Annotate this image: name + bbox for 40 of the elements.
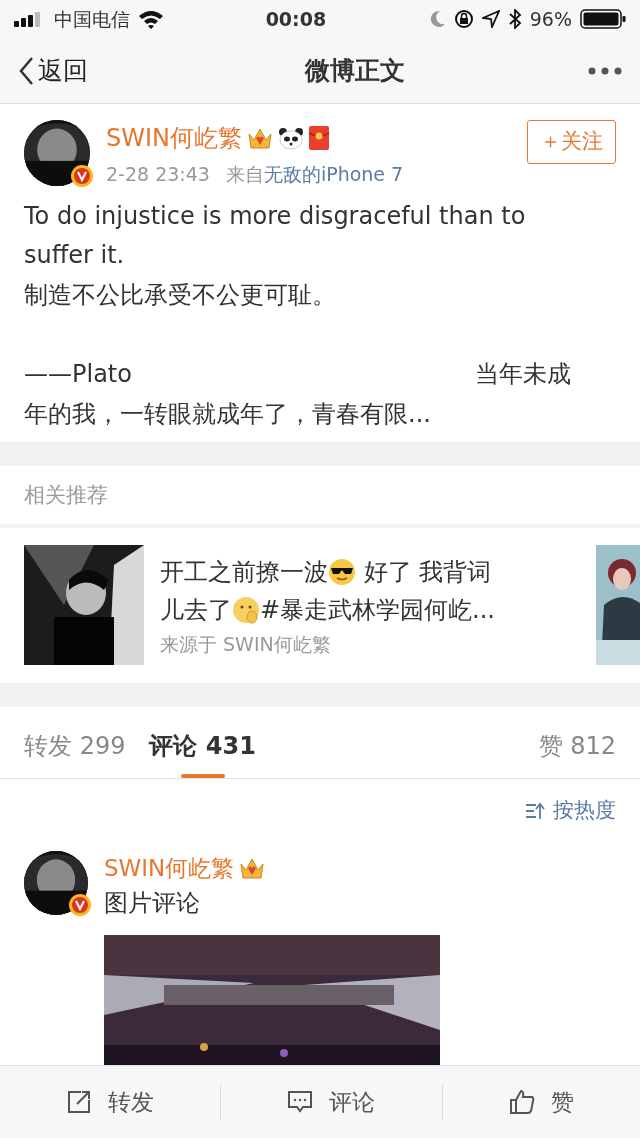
tab[interactable]: 转发 299 (24, 728, 126, 778)
envelope-icon (308, 125, 330, 152)
rotation-lock-icon (453, 9, 474, 30)
toolbar-button[interactable]: 评论 (221, 1083, 442, 1121)
panda-icon (278, 126, 304, 151)
source-link[interactable]: 无敌的iPhone 7 (263, 160, 404, 189)
tab[interactable]: 赞 812 (538, 728, 616, 778)
battery-percent: 96% (529, 7, 572, 33)
comment-icon (287, 1088, 314, 1115)
sunglasses-emoji-icon (328, 557, 356, 586)
bluetooth-icon (507, 9, 522, 30)
recommend-text[interactable]: 好了 我背词 (356, 552, 492, 592)
sort-button[interactable]: 按热度 (525, 795, 616, 827)
source-label: 来自 (225, 162, 264, 188)
verified-icon (68, 892, 92, 917)
share-icon (66, 1088, 93, 1115)
recommend-text[interactable]: 开工之前撩一波 (160, 552, 328, 592)
section-header: 相关推荐 (24, 481, 108, 509)
tab[interactable]: 评论 431 (149, 728, 256, 778)
comment-text: 图片评论 (104, 888, 201, 919)
carrier-name: 中国电信 (54, 7, 130, 33)
wifi-icon (138, 9, 164, 30)
status-time: 00:08 (265, 7, 327, 33)
verified-icon (70, 164, 94, 189)
toolbar-button[interactable]: 转发 (0, 1083, 221, 1121)
thinking-emoji-icon (232, 596, 260, 625)
thumbs-up-icon (508, 1088, 535, 1115)
post-text: To do injustice is more disgraceful than to suffer it. 制造不公比承受不公更可耻。 ——Plato 当年未成年的我，一转眼就成年了，青春有限... (24, 200, 573, 430)
post-time: 2-28 23:43 (106, 162, 210, 188)
recommend-text[interactable]: #暴走武林学园何屹... (260, 591, 495, 630)
battery-icon (580, 9, 626, 30)
recommend-source: 来源于 SWIN何屹繁 (160, 631, 332, 657)
toolbar-button[interactable]: 赞 (442, 1083, 640, 1121)
location-icon (481, 10, 500, 29)
back-icon (18, 55, 34, 86)
sort-icon (525, 801, 545, 820)
recommend-text[interactable]: 儿去了 (160, 591, 232, 630)
more-icon (588, 65, 622, 76)
page-title: 微博正文 (305, 55, 405, 88)
back-button[interactable]: 返回 (18, 52, 305, 90)
